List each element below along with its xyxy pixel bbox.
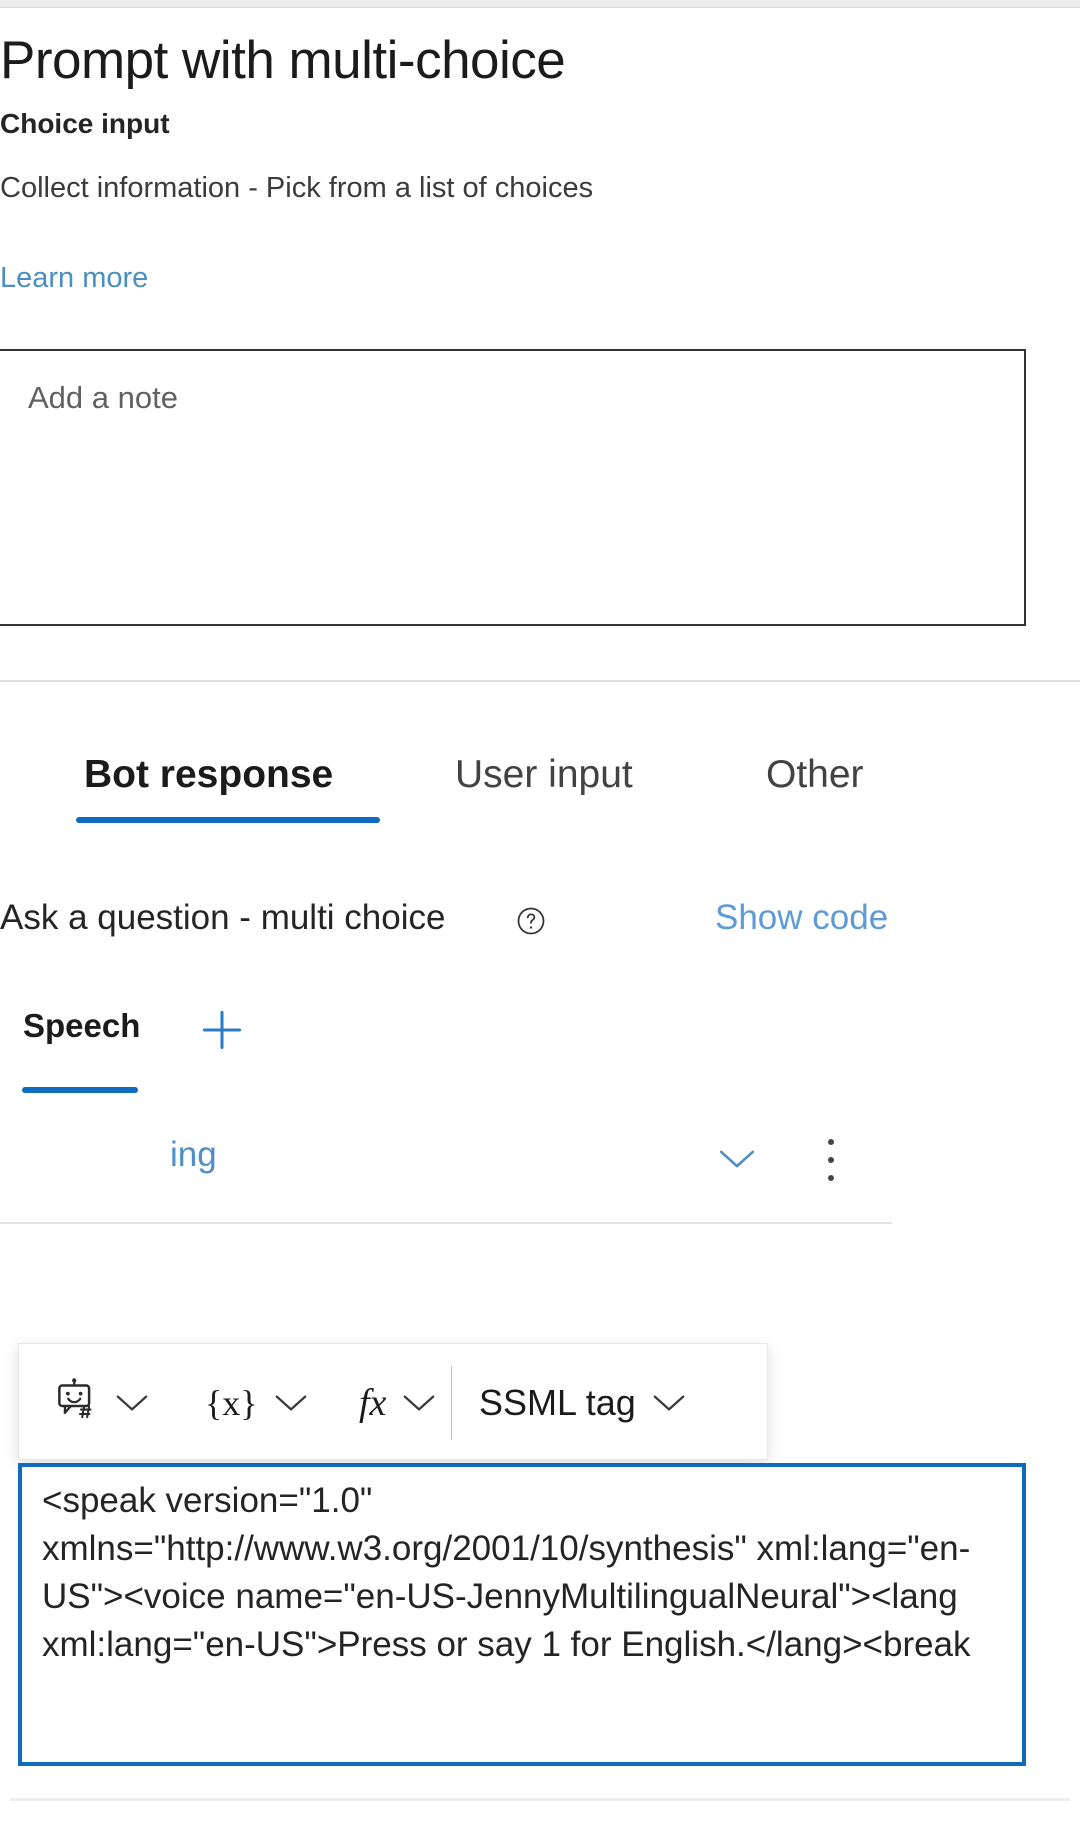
toolbar-variable-button[interactable]: {x}: [205, 1344, 308, 1461]
bot-variable-icon: [53, 1377, 99, 1428]
bottom-divider: [10, 1798, 1070, 1801]
note-placeholder: Add a note: [28, 380, 178, 415]
show-code-link[interactable]: Show code: [715, 898, 888, 938]
obscured-dropdown-label: ing: [170, 1135, 217, 1174]
page-subtitle: Choice input: [0, 108, 170, 139]
ssml-code-text: <speak version="1.0" xmlns="http://www.w…: [42, 1481, 971, 1664]
toolbar-ssml-label: SSML tag: [479, 1381, 636, 1423]
toolbar-ssml-tag-button[interactable]: SSML tag: [479, 1344, 686, 1461]
chevron-down-icon: [402, 1392, 436, 1414]
learn-more-link[interactable]: Learn more: [0, 262, 148, 295]
obscured-control-row: ing: [0, 1135, 1080, 1201]
toolbar-formula-button[interactable]: fx: [359, 1344, 436, 1461]
toolbar-bot-variable-button[interactable]: [53, 1344, 149, 1461]
toolbar-formula-label: fx: [359, 1381, 387, 1424]
obscured-row-underline: [0, 1222, 892, 1224]
chevron-down-icon: [652, 1392, 686, 1414]
tab-speech[interactable]: Speech: [23, 1007, 140, 1045]
tab-active-indicator: [76, 817, 380, 823]
chevron-down-icon: [274, 1392, 308, 1414]
speech-tab-row: Speech: [0, 1007, 600, 1107]
ssml-toolbar: {x} fx SSML tag: [18, 1343, 768, 1460]
tab-bot-response[interactable]: Bot response: [84, 745, 333, 805]
page-description: Collect information - Pick from a list o…: [0, 172, 594, 204]
question-label: Ask a question - multi choice: [0, 898, 446, 937]
chevron-down-icon: [115, 1392, 149, 1414]
ssml-code-editor[interactable]: <speak version="1.0" xmlns="http://www.w…: [18, 1463, 1026, 1766]
tab-user-input[interactable]: User input: [455, 745, 633, 805]
question-row: Ask a question - multi choice Show code: [0, 898, 1080, 954]
toolbar-variable-label: {x}: [205, 1382, 258, 1423]
section-divider: [0, 680, 1080, 682]
top-strip-divider: [0, 7, 1080, 8]
more-dot: [828, 1175, 834, 1181]
toolbar-separator: [451, 1366, 452, 1440]
speech-tab-indicator: [22, 1087, 138, 1093]
more-vertical-icon[interactable]: [826, 1139, 836, 1185]
plus-icon[interactable]: [195, 1003, 249, 1057]
help-circle-icon[interactable]: [516, 906, 546, 936]
more-dot: [828, 1139, 834, 1145]
tab-other[interactable]: Other: [766, 745, 864, 805]
note-textarea[interactable]: Add a note: [0, 349, 1026, 626]
response-tabs: Bot response User input Other: [0, 745, 1080, 845]
chevron-down-icon[interactable]: [718, 1147, 756, 1171]
more-dot: [828, 1157, 834, 1163]
page-title: Prompt with multi-choice: [0, 31, 566, 90]
